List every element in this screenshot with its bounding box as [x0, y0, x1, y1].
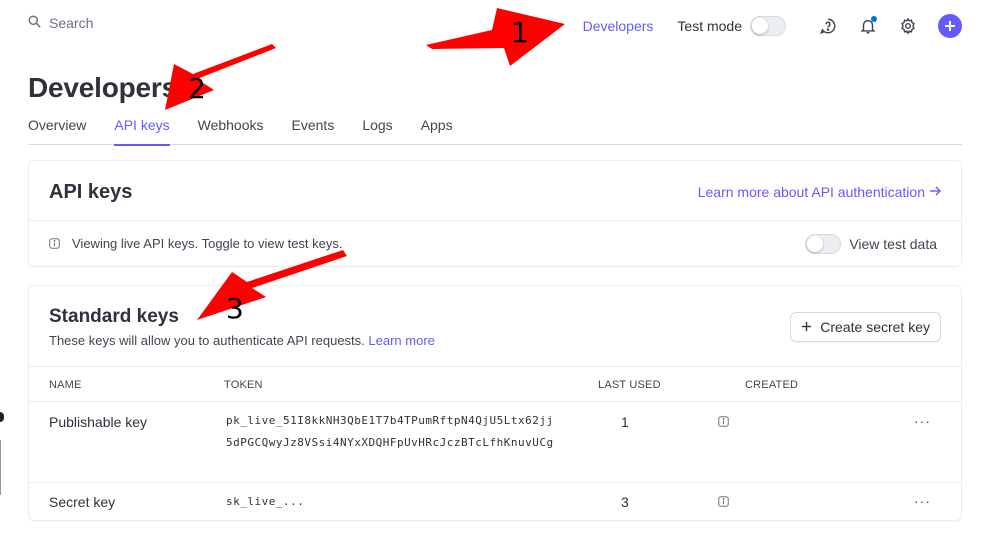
help-icon[interactable] [818, 16, 838, 36]
info-icon[interactable] [718, 496, 729, 507]
standard-keys-subtitle-text: These keys will allow you to authenticat… [49, 333, 365, 348]
toggle-knob [807, 236, 824, 252]
top-right-controls: Developers Test mode [583, 12, 962, 40]
annotation-number-1: 1 [511, 16, 529, 49]
keys-table: NAME TOKEN LAST USED CREATED Publishable… [29, 366, 961, 521]
key-token[interactable]: sk_live_... [226, 491, 304, 513]
standard-keys-card: Standard keys These keys will allow you … [28, 285, 962, 521]
edge-fragment [0, 440, 1, 495]
key-name: Publishable key [49, 414, 148, 430]
key-last-used: 1 [621, 414, 629, 430]
annotation-number-2: 2 [188, 72, 206, 105]
row-more-menu[interactable]: ··· [914, 413, 931, 429]
page-title: Developers [28, 72, 177, 103]
live-keys-notice-text: Viewing live API keys. Toggle to view te… [72, 236, 343, 251]
learn-more-api-auth-link[interactable]: Learn more about API authentication [698, 184, 941, 200]
tab-logs[interactable]: Logs [362, 117, 392, 145]
view-test-data-control[interactable]: View test data [805, 234, 937, 254]
key-last-used: 3 [621, 494, 629, 510]
api-keys-card: API keys Learn more about API authentica… [28, 160, 962, 267]
key-name: Secret key [49, 494, 116, 510]
tab-apps[interactable]: Apps [421, 117, 453, 145]
standard-keys-subtitle: These keys will allow you to authenticat… [49, 333, 435, 348]
card-divider [29, 220, 961, 221]
key-token-line: 5dPGCQwyJz8VSsi4NYxXDQHFpUvHRcJczBTcLfhK… [226, 436, 554, 449]
standard-keys-title: Standard keys [49, 306, 179, 327]
bell-icon[interactable] [858, 16, 878, 36]
column-header-name: NAME [49, 379, 82, 391]
learn-more-link[interactable]: Learn more [368, 333, 434, 348]
column-header-token: TOKEN [224, 379, 263, 391]
tab-webhooks[interactable]: Webhooks [198, 117, 264, 145]
developer-tabs: Overview API keys Webhooks Events Logs A… [28, 117, 962, 146]
notification-dot [871, 16, 877, 22]
test-mode-label: Test mode [677, 18, 742, 34]
view-test-data-toggle[interactable] [805, 234, 842, 254]
tab-events[interactable]: Events [292, 117, 335, 145]
learn-more-api-auth-label: Learn more about API authentication [697, 184, 925, 200]
table-row[interactable]: Secret key sk_live_... 3 ··· [29, 483, 961, 521]
plus-icon[interactable] [938, 14, 962, 38]
create-secret-key-button[interactable]: Create secret key [790, 312, 941, 342]
column-header-created: CREATED [745, 379, 799, 391]
plus-icon [801, 319, 812, 335]
create-secret-key-label: Create secret key [820, 319, 930, 335]
arrow-right-icon [929, 184, 941, 200]
api-keys-title: API keys [49, 181, 133, 203]
search-bar[interactable]: Search [28, 15, 93, 31]
edge-fragment [0, 412, 4, 422]
info-icon [49, 238, 60, 249]
annotation-arrow-2 [165, 44, 276, 110]
table-header: NAME TOKEN LAST USED CREATED [29, 366, 961, 402]
key-token-line: pk_live_51I8kkNH3QbE1T7b4TPumRftpN4QjU5L… [226, 414, 554, 427]
key-token[interactable]: pk_live_51I8kkNH3QbE1T7b4TPumRftpN4QjU5L… [226, 410, 554, 454]
table-row[interactable]: Publishable key pk_live_51I8kkNH3QbE1T7b… [29, 402, 961, 483]
row-more-menu[interactable]: ··· [914, 493, 931, 509]
test-mode-toggle[interactable] [750, 16, 786, 36]
info-icon[interactable] [718, 416, 729, 427]
top-bar: Search Developers Test mode [0, 0, 1000, 52]
view-test-data-label: View test data [849, 236, 937, 252]
annotation-number-3: 3 [226, 292, 244, 325]
column-header-last-used: LAST USED [598, 379, 661, 391]
toggle-knob [752, 18, 768, 34]
live-keys-notice: Viewing live API keys. Toggle to view te… [49, 236, 343, 251]
tab-overview[interactable]: Overview [28, 117, 86, 145]
gear-icon[interactable] [898, 16, 918, 36]
developers-link[interactable]: Developers [583, 18, 654, 34]
tab-api-keys[interactable]: API keys [114, 117, 170, 146]
search-icon [28, 15, 41, 31]
search-placeholder[interactable]: Search [49, 15, 93, 31]
